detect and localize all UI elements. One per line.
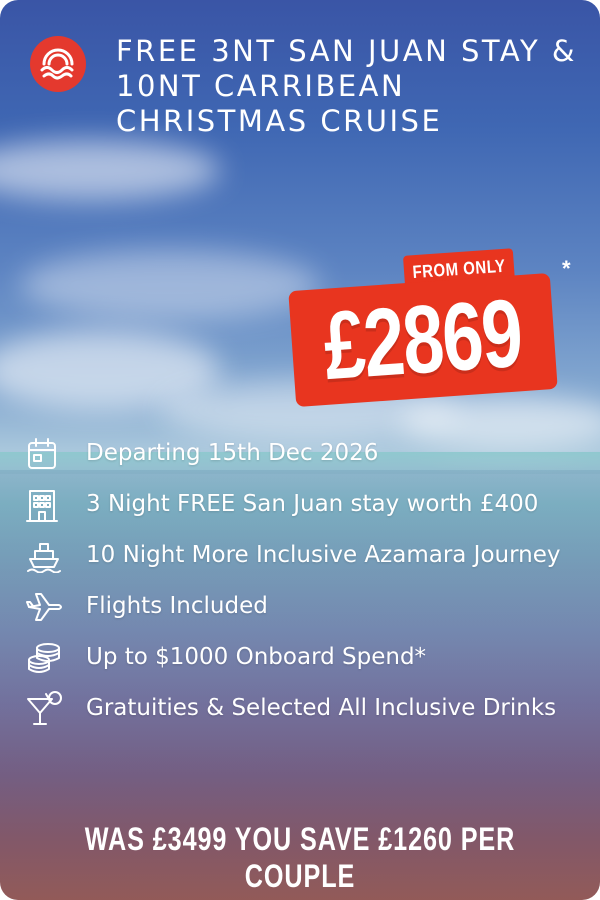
plane-icon [26, 589, 66, 625]
feature-text: 10 Night More Inclusive Azamara Journey [86, 542, 561, 568]
feature-item: Departing 15th Dec 2026 [26, 434, 586, 472]
hotel-icon [26, 487, 66, 523]
price-amount: £2869 [320, 278, 526, 400]
cocktail-icon [26, 691, 66, 727]
savings-text: WAS £3499 YOU SAVE £1260 PER COUPLE [84, 821, 516, 894]
wave-logo-icon [30, 36, 86, 92]
feature-text: Flights Included [86, 593, 268, 619]
price-asterisk: * [562, 256, 571, 281]
feature-item: 3 Night FREE San Juan stay worth £400 [26, 485, 586, 523]
feature-item: Up to $1000 Onboard Spend* [26, 638, 586, 676]
offer-card[interactable]: FREE 3NT SAN JUAN STAY & 10NT CARRIBEAN … [0, 0, 600, 900]
feature-item: Flights Included [26, 587, 586, 625]
feature-text: Gratuities & Selected All Inclusive Drin… [86, 695, 557, 721]
ship-icon [26, 538, 66, 574]
feature-item: Gratuities & Selected All Inclusive Drin… [26, 689, 586, 727]
price-box: £2869 [288, 273, 558, 407]
cloud [20, 250, 320, 320]
calendar-icon [26, 436, 66, 472]
feature-list: Departing 15th Dec 2026 3 Night FREE San… [26, 434, 586, 740]
price-badge: FROM ONLY £2869 [288, 248, 562, 408]
feature-text: 3 Night FREE San Juan stay worth £400 [86, 491, 539, 517]
feature-text: Departing 15th Dec 2026 [86, 440, 379, 466]
feature-item: 10 Night More Inclusive Azamara Journey [26, 536, 586, 574]
savings-banner: WAS £3499 YOU SAVE £1260 PER COUPLE [0, 821, 600, 893]
offer-title: FREE 3NT SAN JUAN STAY & 10NT CARRIBEAN … [116, 34, 578, 138]
coins-icon [26, 640, 66, 676]
cloud [0, 140, 220, 200]
feature-text: Up to $1000 Onboard Spend* [86, 644, 427, 670]
